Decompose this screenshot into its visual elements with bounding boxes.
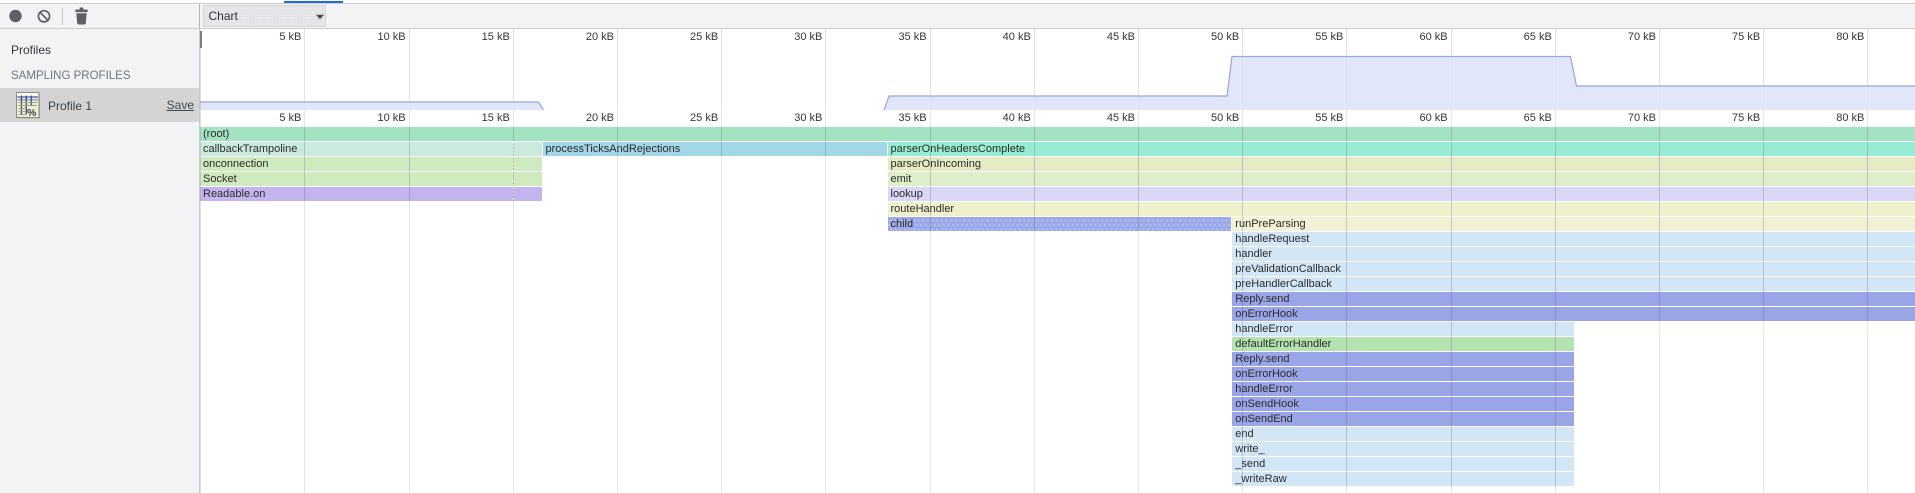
svg-text:%: % xyxy=(27,107,37,119)
